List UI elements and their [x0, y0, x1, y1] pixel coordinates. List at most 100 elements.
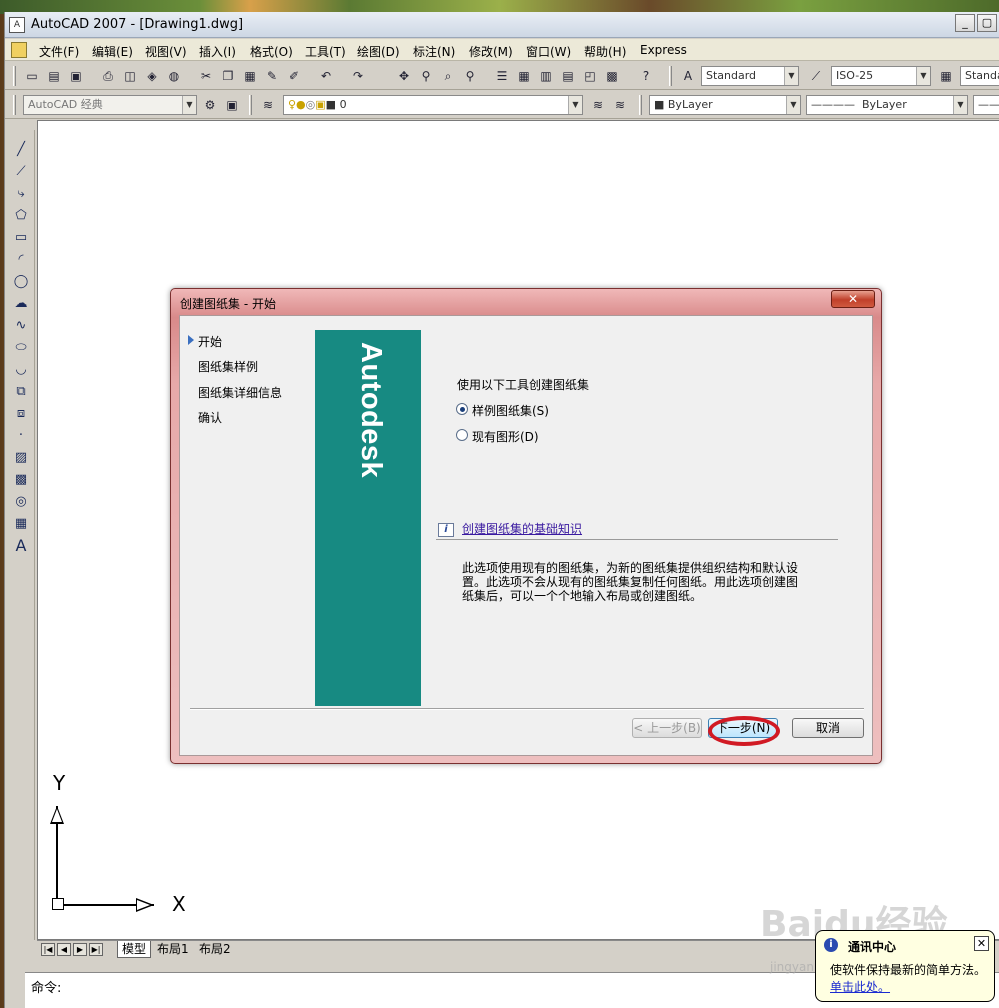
color-combo[interactable]: ■ ByLayer ▼ [649, 95, 801, 115]
table-style-combo[interactable]: Standa [960, 66, 999, 86]
workspace-save-icon[interactable]: ▣ [223, 96, 241, 114]
toolbar-grip[interactable] [249, 95, 252, 115]
ellipse-arc-icon[interactable]: ◡ [11, 360, 31, 380]
restore-button[interactable]: ▢ [977, 14, 997, 32]
table-icon[interactable]: ▦ [11, 514, 31, 534]
calculator-icon[interactable]: ▩ [603, 67, 621, 85]
balloon-close-button[interactable]: ✕ [974, 936, 989, 951]
undo-icon[interactable]: ↶ [317, 67, 335, 85]
zoom-previous-icon[interactable]: ⚲ [461, 67, 479, 85]
tab-layout2[interactable]: 布局2 [195, 941, 235, 958]
polygon-icon[interactable]: ⬠ [11, 206, 31, 226]
menu-help[interactable]: 帮助(H) [584, 43, 626, 60]
pan-icon[interactable]: ✥ [395, 67, 413, 85]
copy-icon[interactable]: ❐ [219, 67, 237, 85]
arc-icon[interactable]: ◜ [11, 250, 31, 270]
open-icon[interactable]: ▤ [45, 67, 63, 85]
zoom-window-icon[interactable]: ⌕ [439, 67, 457, 85]
minimize-button[interactable]: _ [955, 14, 975, 32]
cancel-button[interactable]: 取消 [792, 718, 864, 738]
first-tab-button[interactable]: |◀ [41, 943, 55, 956]
radio-existing-drawings[interactable] [456, 429, 468, 441]
redo-icon[interactable]: ↷ [349, 67, 367, 85]
menu-insert[interactable]: 插入(I) [199, 43, 236, 60]
balloon-link[interactable]: 单击此处。 [830, 978, 890, 995]
menu-modify[interactable]: 修改(M) [469, 43, 513, 60]
radio-example-sheet-set[interactable] [456, 403, 468, 415]
layer-previous-icon[interactable]: ≋ [611, 96, 629, 114]
menu-draw[interactable]: 绘图(D) [357, 43, 400, 60]
next-tab-button[interactable]: ▶ [73, 943, 87, 956]
gradient-icon[interactable]: ▩ [11, 470, 31, 490]
spline-icon[interactable]: ∿ [11, 316, 31, 336]
linetype-combo[interactable]: ———— ByLayer ▼ [806, 95, 968, 115]
layer-manager-icon[interactable]: ≋ [259, 96, 277, 114]
help-link-sheet-set-basics[interactable]: 创建图纸集的基础知识 [462, 520, 582, 537]
menu-window[interactable]: 窗口(W) [526, 43, 571, 60]
make-current-layer-icon[interactable]: ≋ [589, 96, 607, 114]
sheet-set-manager-icon[interactable]: ▤ [559, 67, 577, 85]
plot-preview-icon[interactable]: ◫ [121, 67, 139, 85]
plot-icon[interactable]: ⎙ [99, 67, 117, 85]
menu-edit[interactable]: 编辑(E) [92, 43, 133, 60]
dim-style-combo[interactable]: ISO-25 ▼ [831, 66, 931, 86]
workspace-combo[interactable]: AutoCAD 经典 ▼ [23, 95, 197, 115]
construction-line-icon[interactable]: ⟋ [11, 162, 31, 182]
new-icon[interactable]: ▭ [23, 67, 41, 85]
paste-icon[interactable]: ▦ [241, 67, 259, 85]
design-center-icon[interactable]: ▦ [515, 67, 533, 85]
prev-tab-button[interactable]: ◀ [57, 943, 71, 956]
toolbar-grip[interactable] [639, 95, 642, 115]
menu-tools[interactable]: 工具(T) [305, 43, 346, 60]
document-icon[interactable] [11, 42, 27, 58]
tool-palettes-icon[interactable]: ▥ [537, 67, 555, 85]
match-properties-icon[interactable]: ✎ [263, 67, 281, 85]
toolbar-grip[interactable] [13, 66, 16, 86]
text-style-combo[interactable]: Standard ▼ [701, 66, 799, 86]
make-block-icon[interactable]: ⧈ [11, 404, 31, 424]
command-prompt: 命令: [31, 981, 62, 996]
line-icon[interactable]: ╱ [11, 140, 31, 160]
hatch-icon[interactable]: ▨ [11, 448, 31, 468]
back-button[interactable]: < 上一步(B) [632, 718, 702, 738]
autocad-app-icon[interactable]: A [9, 17, 25, 33]
ellipse-icon[interactable]: ⬭ [11, 338, 31, 358]
region-icon[interactable]: ◎ [11, 492, 31, 512]
workspace-settings-icon[interactable]: ⚙ [201, 96, 219, 114]
cut-icon[interactable]: ✂ [197, 67, 215, 85]
point-icon[interactable]: · [11, 426, 31, 446]
markup-icon[interactable]: ◰ [581, 67, 599, 85]
menu-dimension[interactable]: 标注(N) [413, 43, 455, 60]
polyline-icon[interactable]: ⤷ [11, 184, 31, 204]
lineweight-combo[interactable]: —— [973, 95, 999, 115]
insert-block-icon[interactable]: ⧉ [11, 382, 31, 402]
menu-format[interactable]: 格式(O) [250, 43, 293, 60]
revision-cloud-icon[interactable]: ☁ [11, 294, 31, 314]
table-style-icon[interactable]: ▦ [937, 67, 955, 85]
tab-model[interactable]: 模型 [117, 941, 152, 958]
radio-example-label: 样例图纸集(S) [472, 404, 549, 418]
properties-icon[interactable]: ☰ [493, 67, 511, 85]
dim-style-icon[interactable]: ⟋ [807, 67, 825, 85]
layer-combo[interactable]: ♀●◎▣■ 0 ▼ [283, 95, 583, 115]
tab-layout1[interactable]: 布局1 [153, 941, 193, 958]
menu-view[interactable]: 视图(V) [145, 43, 187, 60]
last-tab-button[interactable]: ▶| [89, 943, 103, 956]
zoom-realtime-icon[interactable]: ⚲ [417, 67, 435, 85]
block-editor-icon[interactable]: ✐ [285, 67, 303, 85]
dialog-close-button[interactable]: ✕ [831, 290, 875, 308]
toolbar-grip[interactable] [669, 66, 672, 86]
save-icon[interactable]: ▣ [67, 67, 85, 85]
circle-icon[interactable]: ◯ [11, 272, 31, 292]
help-icon[interactable]: ? [637, 67, 655, 85]
menu-file[interactable]: 文件(F) [39, 43, 79, 60]
autodesk-logo-text: Autodesk [355, 342, 387, 479]
publish-web-icon[interactable]: ◍ [165, 67, 183, 85]
menu-express[interactable]: Express [640, 43, 687, 57]
multiline-text-icon[interactable]: A [11, 536, 31, 556]
dialog-title: 创建图纸集 - 开始 [180, 297, 276, 311]
text-style-icon[interactable]: A [679, 67, 697, 85]
toolbar-grip[interactable] [13, 95, 16, 115]
rectangle-icon[interactable]: ▭ [11, 228, 31, 248]
publish-icon[interactable]: ◈ [143, 67, 161, 85]
